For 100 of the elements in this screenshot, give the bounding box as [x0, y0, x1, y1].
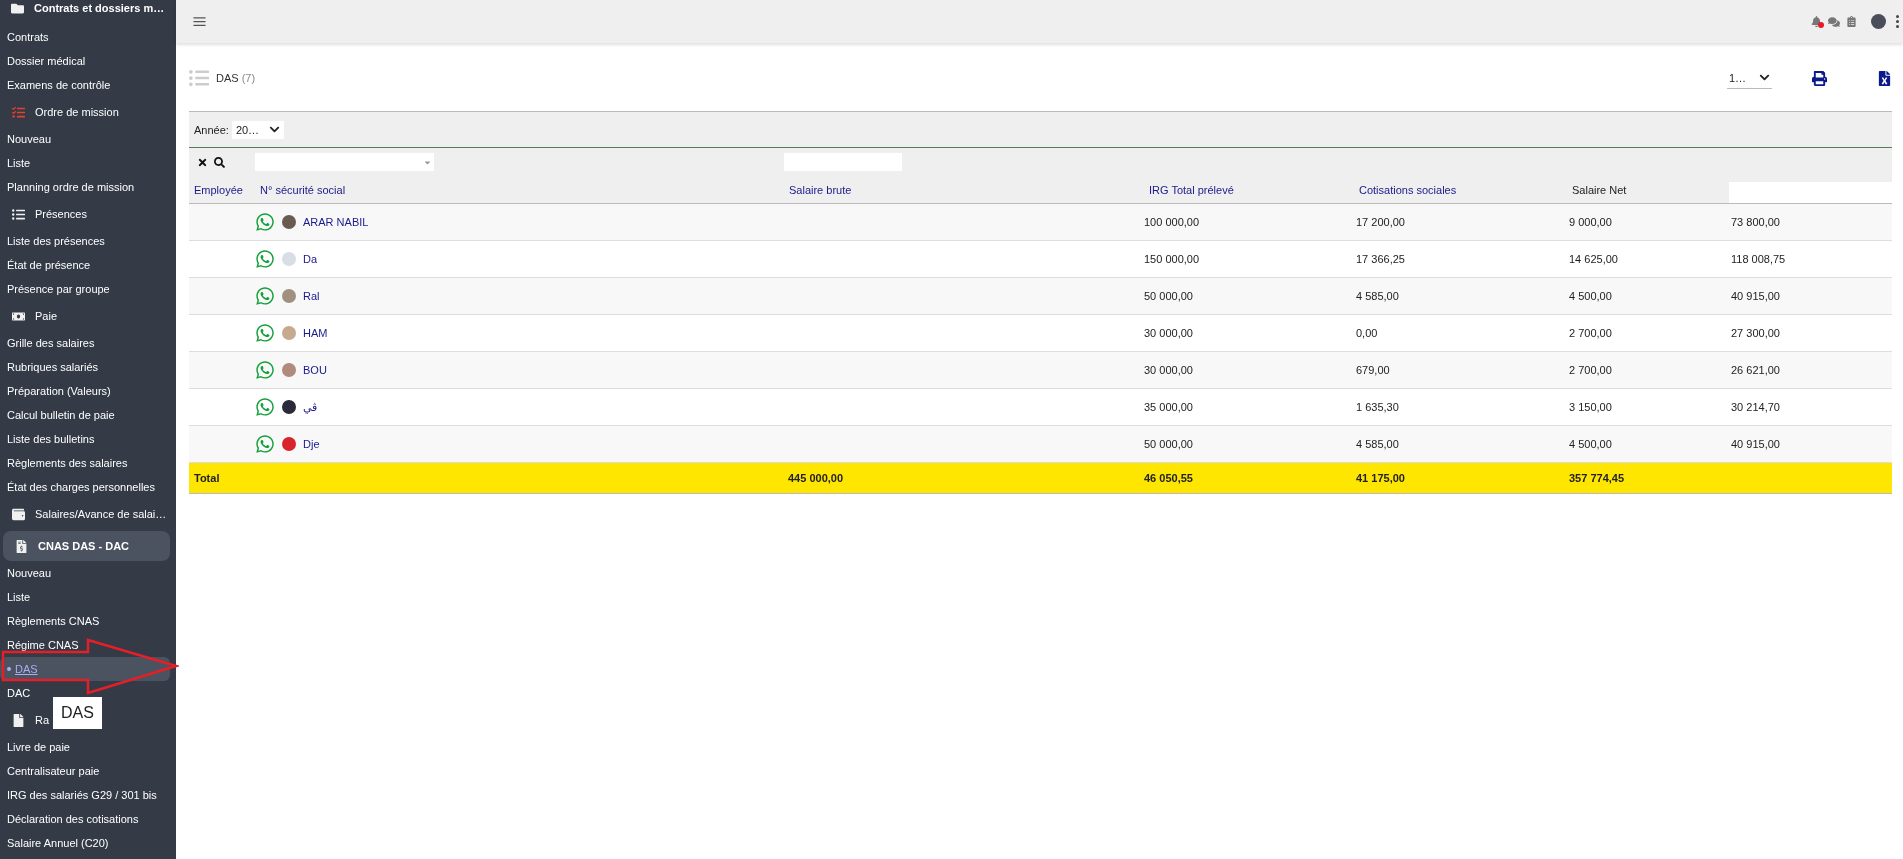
- sidebar-section[interactable]: Ordre de mission: [0, 97, 123, 127]
- chevron-down-icon: [1759, 72, 1770, 83]
- sidebar-link[interactable]: Salaire Annuel (C20): [0, 831, 170, 855]
- employee-name[interactable]: Dje: [303, 438, 320, 450]
- employee-avatar: [282, 215, 296, 229]
- employee-name[interactable]: BOU: [303, 364, 327, 376]
- invoice-icon: [15, 539, 28, 553]
- table-cell-text: 150 000,00: [1144, 253, 1201, 265]
- table-cell-text: 4 585,00: [1355, 290, 1400, 302]
- search-icon[interactable]: [214, 156, 225, 168]
- table-cell-text: 4 500,00: [1568, 438, 1613, 450]
- sidebar-link[interactable]: Préparation (Valeurs): [0, 379, 170, 403]
- whatsapp-icon[interactable]: [255, 323, 275, 343]
- wallet-icon: [12, 507, 25, 521]
- column-header[interactable]: Salaire brute: [784, 184, 1144, 203]
- table-cell-text: 73 800,00: [1730, 216, 1781, 228]
- more-icon[interactable]: [1896, 15, 1899, 28]
- table-cell-text: 17 366,25: [1355, 253, 1406, 265]
- chevron-down-icon: [269, 124, 281, 135]
- employee-name[interactable]: HAM: [303, 327, 328, 339]
- sidebar-section[interactable]: CNAS DAS - DAC: [3, 531, 170, 561]
- employee-avatar: [282, 326, 296, 340]
- table-cell-text: 1 635,30: [1355, 401, 1400, 413]
- sidebar-link[interactable]: Dossier médical: [0, 49, 170, 73]
- table-cell-text: 14 625,00: [1568, 253, 1619, 265]
- whatsapp-icon[interactable]: [255, 249, 275, 269]
- sidebar-link[interactable]: Nouveau: [0, 127, 170, 151]
- print-icon[interactable]: [1812, 70, 1827, 86]
- year-select[interactable]: 20…: [231, 120, 285, 139]
- excel-icon[interactable]: [1877, 70, 1892, 86]
- employee-name[interactable]: Da: [303, 253, 318, 265]
- checklist-icon: [12, 105, 25, 119]
- table-cell-text: 3 150,00: [1568, 401, 1613, 413]
- table-cell-text: 4 500,00: [1568, 290, 1613, 302]
- bullet-icon: [7, 667, 11, 671]
- sidebar-link[interactable]: Liste: [0, 151, 170, 175]
- sidebar-link[interactable]: Rubriques salariés: [0, 355, 170, 379]
- chat-icon[interactable]: [1828, 15, 1840, 28]
- page-size-select[interactable]: 1…: [1727, 67, 1772, 89]
- sidebar-link[interactable]: Liste des bulletins: [0, 427, 170, 451]
- clear-icon[interactable]: [197, 156, 208, 168]
- sidebar-link[interactable]: Centralisateur paie: [0, 759, 170, 783]
- sidebar-section[interactable]: Paie: [0, 301, 62, 331]
- sidebar-section[interactable]: Ra: [0, 705, 54, 735]
- column-header[interactable]: N° sécurité social: [255, 184, 784, 203]
- clipboard-icon[interactable]: [1846, 16, 1857, 27]
- employee-name[interactable]: ڤي: [303, 400, 317, 414]
- table-cell-text: 26 621,00: [1730, 364, 1781, 376]
- year-label: Année:: [194, 123, 229, 136]
- employee-name[interactable]: Ral: [303, 290, 320, 302]
- whatsapp-icon[interactable]: [255, 360, 275, 380]
- table-cell-text: 17 200,00: [1355, 216, 1406, 228]
- column-header[interactable]: Salaire Net: [1567, 184, 1729, 203]
- table-cell-text: 100 000,00: [1144, 216, 1201, 228]
- sidebar-link[interactable]: Livre de paie: [0, 735, 170, 759]
- sidebar-link[interactable]: IRG des salariés G29 / 301 bis: [0, 783, 170, 807]
- table-cell-text: 9 000,00: [1568, 216, 1613, 228]
- whatsapp-icon[interactable]: [255, 286, 275, 306]
- table-cell-text: 40 915,00: [1730, 290, 1781, 302]
- sidebar-section[interactable]: Salaires/Avance de salai…: [0, 499, 171, 529]
- table-cell-text: 35 000,00: [1144, 401, 1194, 413]
- table-cell-text: 40 915,00: [1730, 438, 1781, 450]
- sidebar-link[interactable]: DAS: [0, 657, 170, 681]
- table-cell-text: 118 008,75: [1730, 253, 1787, 265]
- whatsapp-icon[interactable]: [255, 397, 275, 417]
- employee-name[interactable]: ARAR NABIL: [303, 216, 369, 228]
- sidebar-link[interactable]: Régime CNAS: [0, 633, 170, 657]
- bell-icon[interactable]: [1811, 16, 1822, 27]
- sidebar-link[interactable]: Examens de contrôle: [0, 73, 170, 97]
- folder-icon: [11, 1, 24, 15]
- sidebar-link[interactable]: Règlements des salaires: [0, 451, 170, 475]
- sidebar-link[interactable]: Planning ordre de mission: [0, 175, 170, 199]
- sidebar-link[interactable]: Présence par groupe: [0, 277, 170, 301]
- sidebar-link[interactable]: Nouveau: [0, 561, 170, 585]
- table-cell-text: 4 585,00: [1355, 438, 1400, 450]
- tooltip: DAS: [53, 697, 102, 729]
- sidebar-link[interactable]: État des charges personnelles: [0, 475, 170, 499]
- employee-avatar: [282, 400, 296, 414]
- sidebar-link[interactable]: Déclaration des cotisations: [0, 807, 170, 831]
- column-header[interactable]: IRG Total prélevé: [1144, 184, 1354, 203]
- sidebar-link[interactable]: Règlements CNAS: [0, 609, 170, 633]
- column-header[interactable]: Employée: [189, 184, 255, 203]
- sidebar-link[interactable]: Liste: [0, 585, 170, 609]
- sidebar-group[interactable]: Contrats et dossiers m…: [0, 0, 169, 16]
- menu-icon[interactable]: [192, 14, 207, 29]
- sidebar-link[interactable]: Liste des présences: [0, 229, 170, 253]
- total-cell-text: 46 050,55: [1144, 472, 1194, 484]
- sidebar-link[interactable]: Grille des salaires: [0, 331, 170, 355]
- employee-avatar: [282, 252, 296, 266]
- user-avatar[interactable]: [1871, 14, 1886, 29]
- column-header[interactable]: Cotisations sociales: [1354, 184, 1567, 203]
- whatsapp-icon[interactable]: [255, 212, 275, 232]
- whatsapp-icon[interactable]: [255, 434, 275, 454]
- sidebar-section[interactable]: Présences: [0, 199, 91, 229]
- sidebar-link[interactable]: Calcul bulletin de paie: [0, 403, 170, 427]
- table-cell-text: 50 000,00: [1144, 290, 1194, 302]
- employee-avatar: [282, 289, 296, 303]
- employee-avatar: [282, 363, 296, 377]
- sidebar-link[interactable]: Contrats: [0, 25, 170, 49]
- sidebar-link[interactable]: État de présence: [0, 253, 170, 277]
